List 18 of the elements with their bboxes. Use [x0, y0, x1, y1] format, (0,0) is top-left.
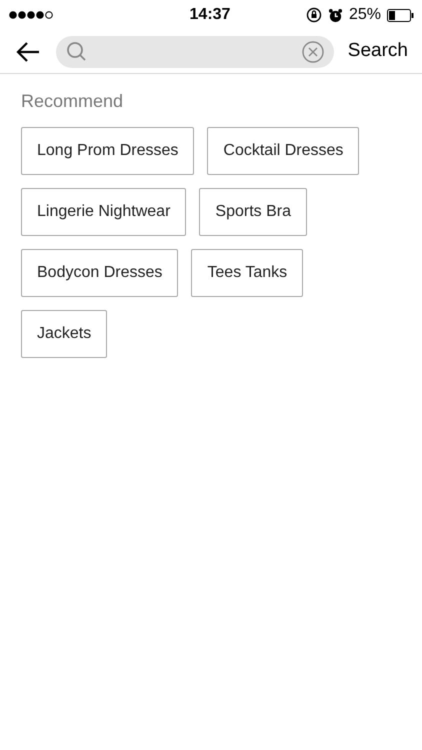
tag-chip[interactable]: Sports Bra	[199, 188, 307, 236]
battery-icon	[386, 8, 414, 22]
tag-chip[interactable]: Tees Tanks	[191, 249, 304, 297]
search-field[interactable]	[56, 36, 334, 68]
tag-chip[interactable]: Lingerie Nightwear	[21, 188, 186, 236]
tag-chip[interactable]: Jackets	[21, 310, 108, 358]
section-title: Recommend	[21, 90, 124, 113]
tag-chip[interactable]: Cocktail Dresses	[207, 127, 360, 175]
rotation-lock-icon	[306, 7, 322, 23]
tag-chip[interactable]: Bodycon Dresses	[21, 249, 178, 297]
signal-icon	[8, 10, 54, 20]
search-icon	[66, 41, 87, 62]
status-time: 14:37	[190, 5, 230, 25]
clear-icon[interactable]	[302, 40, 324, 62]
battery-percent: 25%	[348, 5, 381, 25]
search-button[interactable]: Search	[348, 37, 408, 66]
tag-chip[interactable]: Long Prom Dresses	[21, 127, 194, 175]
alarm-icon	[328, 8, 343, 22]
